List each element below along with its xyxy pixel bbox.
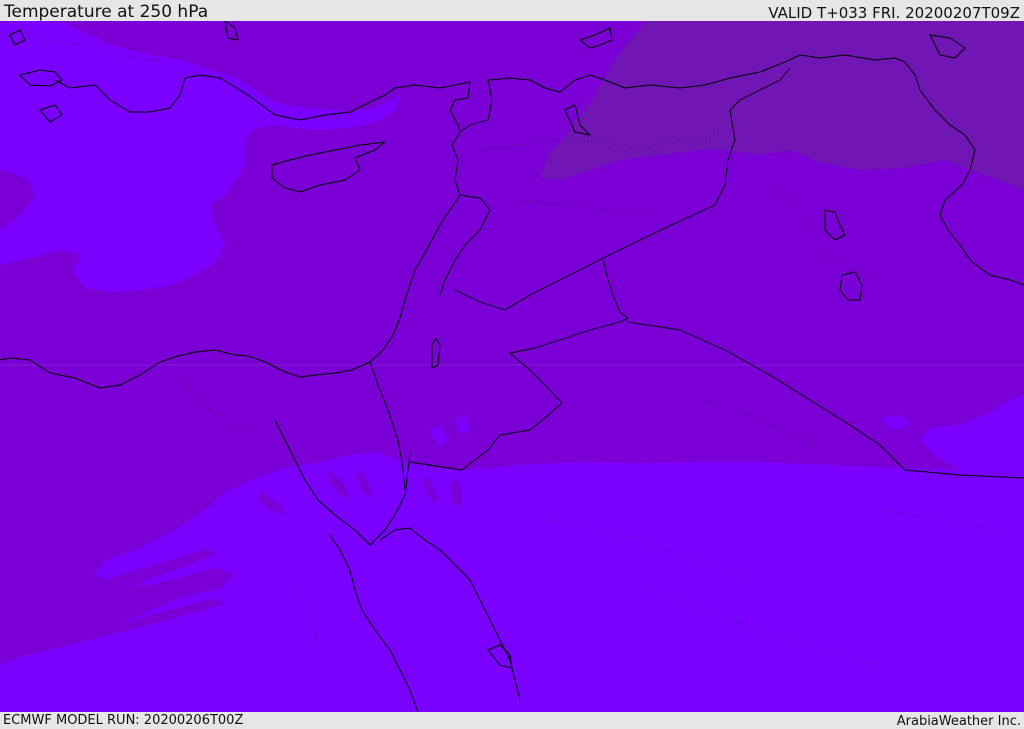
map-header: Temperature at 250 hPa VALID T+033 FRI. …	[0, 0, 1024, 21]
credit-label: ArabiaWeather Inc.	[896, 714, 1021, 729]
map-footer: ECMWF MODEL RUN: 20200206T00Z ArabiaWeat…	[0, 712, 1024, 729]
temperature-map	[0, 21, 1024, 712]
valid-time-label: VALID T+033 FRI. 20200207T09Z	[768, 4, 1020, 22]
model-run-label: ECMWF MODEL RUN: 20200206T00Z	[3, 713, 244, 728]
map-canvas	[0, 21, 1024, 712]
map-title: Temperature at 250 hPa	[4, 2, 209, 22]
